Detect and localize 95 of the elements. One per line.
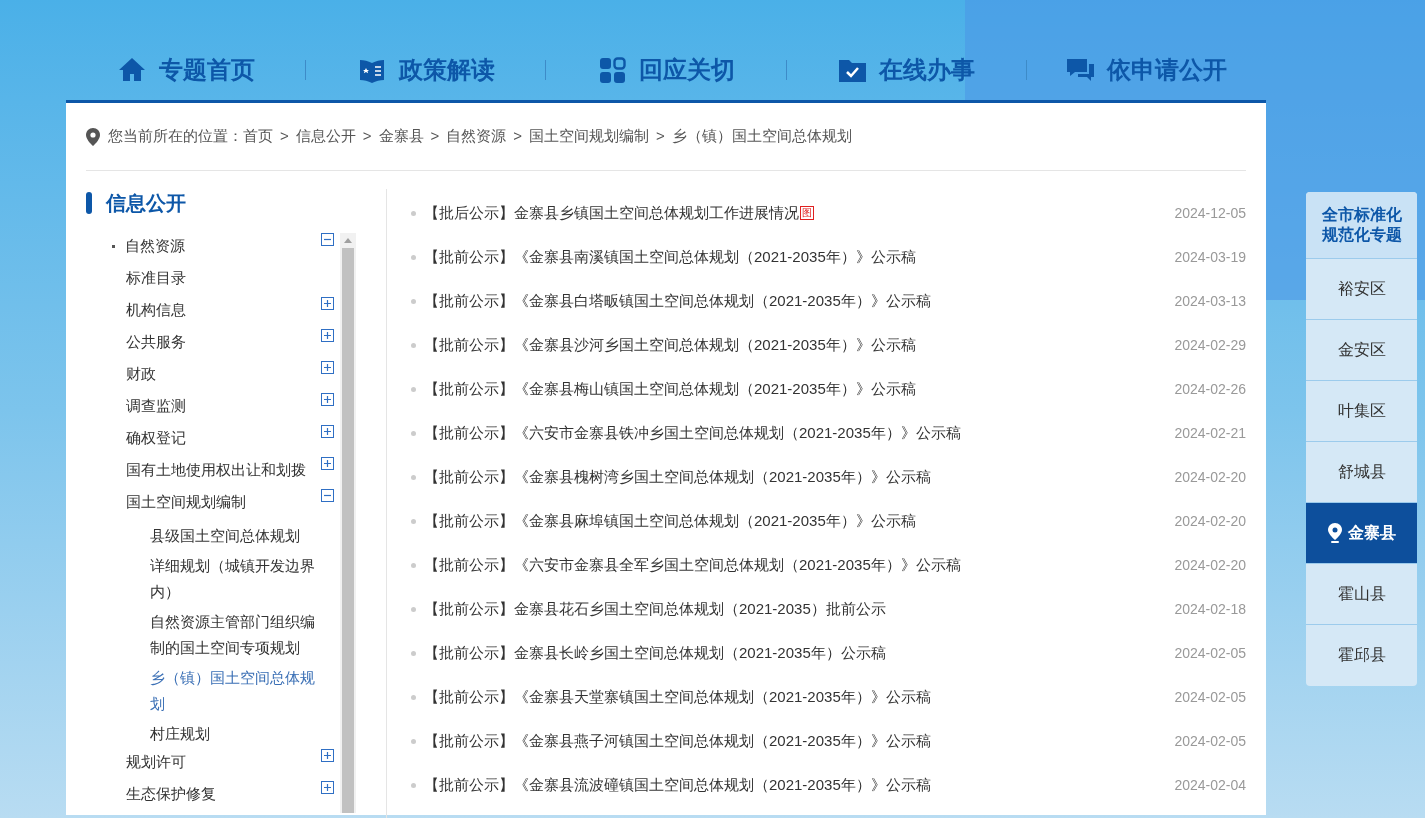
- breadcrumb-link[interactable]: 乡（镇）国土空间总体规划: [671, 125, 852, 148]
- article-date: 2024-02-29: [1174, 335, 1246, 355]
- article-date: 2024-02-20: [1174, 555, 1246, 575]
- breadcrumb-label: 您当前所在的位置：: [108, 126, 243, 147]
- article-date: 2024-03-19: [1174, 247, 1246, 267]
- tree-item[interactable]: 确权登记: [126, 425, 186, 451]
- region-tab[interactable]: 霍邱县: [1306, 624, 1417, 685]
- article-date: 2024-02-05: [1174, 687, 1246, 707]
- tree-item[interactable]: 财政: [126, 361, 156, 387]
- bullet-icon: [411, 562, 416, 568]
- expand-icon[interactable]: [321, 297, 334, 310]
- grid-icon: [597, 55, 627, 85]
- tree-item[interactable]: 标准目录: [126, 265, 186, 291]
- bullet-icon: [411, 386, 416, 392]
- breadcrumb-link[interactable]: 信息公开: [295, 125, 356, 148]
- bullet-icon: [411, 650, 416, 656]
- region-tab[interactable]: 金寨县: [1306, 502, 1417, 563]
- tree-item[interactable]: 乡（镇）国土空间总体规划: [150, 665, 322, 717]
- expand-icon[interactable]: [321, 749, 334, 762]
- article-date: 2024-12-05: [1174, 203, 1246, 223]
- breadcrumb-separator: >: [280, 126, 289, 147]
- article-link[interactable]: 【批前公示】《金寨县槐树湾乡国土空间总体规划（2021-2035年）》公示稿: [424, 465, 931, 489]
- tree-item[interactable]: 调查监测: [126, 393, 186, 419]
- article-link[interactable]: 【批前公示】《六安市金寨县铁冲乡国土空间总体规划（2021-2035年）》公示稿: [424, 421, 961, 445]
- tree-item[interactable]: 国有土地使用权出让和划拨: [126, 457, 306, 483]
- bullet-icon: [112, 244, 115, 248]
- breadcrumb-link[interactable]: 金寨县: [378, 125, 424, 148]
- collapse-icon[interactable]: [321, 233, 334, 246]
- breadcrumb-separator: >: [362, 126, 372, 147]
- tree-item[interactable]: 村庄规划: [150, 721, 210, 747]
- bullet-icon: [411, 518, 416, 524]
- article-link[interactable]: 【批后公示】金寨县乡镇国土空间总体规划工作进展情况: [424, 201, 799, 225]
- expand-icon[interactable]: [321, 329, 334, 342]
- location-pin-icon: [86, 127, 100, 146]
- tree-item[interactable]: 公共服务: [126, 329, 186, 355]
- article-link[interactable]: 【批前公示】《金寨县沙河乡国土空间总体规划（2021-2035年）》公示稿: [424, 333, 916, 357]
- expand-icon[interactable]: [321, 781, 334, 794]
- region-tab[interactable]: 裕安区: [1306, 258, 1417, 319]
- article-link[interactable]: 【批前公示】《金寨县白塔畈镇国土空间总体规划（2021-2035年）》公示稿: [424, 289, 931, 313]
- bullet-icon: [411, 694, 416, 700]
- article-link[interactable]: 【批前公示】《金寨县燕子河镇国土空间总体规划（2021-2035年）》公示稿: [424, 729, 931, 753]
- bullet-icon: [411, 606, 416, 612]
- tree-item[interactable]: 详细规划（城镇开发边界内）: [150, 553, 322, 605]
- scrollbar[interactable]: [340, 233, 356, 813]
- tree-item[interactable]: 生态保护修复: [126, 781, 216, 807]
- title-marker: [86, 192, 92, 214]
- location-pin-icon: [1327, 523, 1342, 543]
- article-date: 2024-02-18: [1174, 599, 1246, 619]
- breadcrumb-separator: >: [430, 126, 440, 147]
- bullet-icon: [411, 474, 416, 480]
- breadcrumb-link[interactable]: 自然资源: [446, 125, 507, 148]
- region-tab[interactable]: 叶集区: [1306, 380, 1417, 441]
- article-link[interactable]: 【批前公示】《金寨县天堂寨镇国土空间总体规划（2021-2035年）》公示稿: [424, 685, 931, 709]
- article-link[interactable]: 【批前公示】《金寨县流波䃥镇国土空间总体规划（2021-2035年）》公示稿: [424, 773, 931, 797]
- sidebar-title: 信息公开: [106, 191, 186, 216]
- article-link[interactable]: 【批前公示】金寨县长岭乡国土空间总体规划（2021-2035年）公示稿: [424, 641, 886, 665]
- bullet-icon: [411, 782, 416, 788]
- breadcrumb-separator: >: [513, 126, 523, 147]
- bullet-icon: [411, 430, 416, 436]
- bullet-icon: [411, 298, 416, 304]
- bullet-icon: [411, 342, 416, 348]
- breadcrumb-separator: >: [656, 126, 665, 147]
- article-link[interactable]: 【批前公示】《六安市金寨县全军乡国土空间总体规划（2021-2035年）》公示稿: [424, 553, 961, 577]
- tree-item[interactable]: 规划许可: [126, 749, 186, 775]
- article-link[interactable]: 【批前公示】《金寨县麻埠镇国土空间总体规划（2021-2035年）》公示稿: [424, 509, 916, 533]
- article-link[interactable]: 【批前公示】《金寨县南溪镇国土空间总体规划（2021-2035年）》公示稿: [424, 245, 916, 269]
- breadcrumb-link[interactable]: 国土空间规划编制: [529, 125, 650, 148]
- regions-title: 全市标准化规范化专题: [1306, 192, 1417, 258]
- article-date: 2024-02-05: [1174, 731, 1246, 751]
- article-date: 2024-02-21: [1174, 423, 1246, 443]
- region-tab[interactable]: 金安区: [1306, 319, 1417, 380]
- bullet-icon: [411, 738, 416, 744]
- image-badge: 图: [800, 206, 814, 220]
- article-date: 2024-02-05: [1174, 643, 1246, 663]
- bullet-icon: [411, 210, 416, 216]
- expand-icon[interactable]: [321, 393, 334, 406]
- expand-icon[interactable]: [321, 457, 334, 470]
- article-date: 2024-02-26: [1174, 379, 1246, 399]
- collapse-icon[interactable]: [321, 489, 334, 502]
- tree-item[interactable]: 自然资源: [125, 233, 185, 259]
- tree-item[interactable]: 县级国土空间总体规划: [150, 523, 300, 549]
- bullet-icon: [411, 254, 416, 260]
- article-date: 2024-02-20: [1174, 511, 1246, 531]
- article-link[interactable]: 【批前公示】金寨县花石乡国土空间总体规划（2021-2035）批前公示: [424, 597, 886, 621]
- tree-item[interactable]: 自然资源主管部门组织编制的国土空间专项规划: [150, 609, 322, 661]
- tree-item[interactable]: 国土空间规划编制: [126, 489, 246, 515]
- expand-icon[interactable]: [321, 361, 334, 374]
- region-tab[interactable]: 霍山县: [1306, 563, 1417, 624]
- tree-item[interactable]: 机构信息: [126, 297, 186, 323]
- article-date: 2024-02-20: [1174, 467, 1246, 487]
- breadcrumb-link[interactable]: 首页: [243, 125, 273, 148]
- article-date: 2024-02-04: [1174, 775, 1246, 795]
- article-date: 2024-03-13: [1174, 291, 1246, 311]
- expand-icon[interactable]: [321, 425, 334, 438]
- article-link[interactable]: 【批前公示】《金寨县梅山镇国土空间总体规划（2021-2035年）》公示稿: [424, 377, 916, 401]
